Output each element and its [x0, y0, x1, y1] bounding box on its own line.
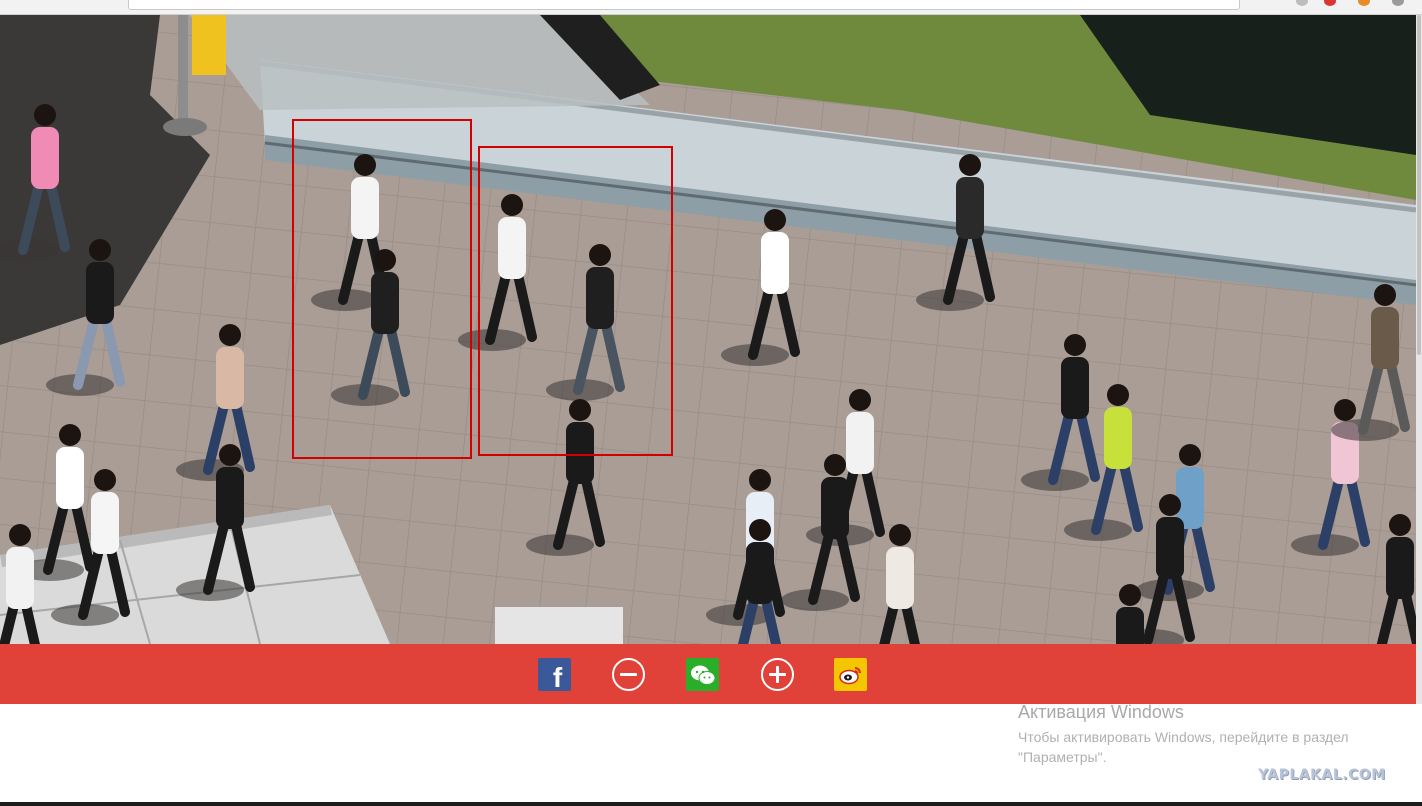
facebook-share-button[interactable]: f: [538, 658, 571, 693]
plus-icon: [776, 666, 779, 683]
taskbar-edge: [0, 802, 1422, 806]
wechat-icon: [690, 665, 715, 685]
page-scrollbar[interactable]: [1416, 15, 1422, 704]
site-watermark: YAPLAKAL.COM: [1258, 767, 1386, 783]
crowd-photo: [0, 15, 1416, 644]
minus-icon: [620, 673, 637, 676]
weibo-share-button[interactable]: [834, 658, 867, 691]
zoom-out-button[interactable]: [612, 658, 645, 691]
zoom-in-button[interactable]: [761, 658, 794, 691]
photo-illustration: [0, 15, 1416, 644]
extension-icon[interactable]: [1358, 0, 1370, 6]
menu-icon[interactable]: [1392, 0, 1404, 6]
windows-activation-text: Чтобы активировать Windows, перейдите в …: [1018, 729, 1349, 765]
wechat-share-button[interactable]: [686, 658, 719, 691]
extension-icon[interactable]: [1296, 0, 1308, 6]
address-bar[interactable]: [128, 0, 1240, 10]
extension-icon[interactable]: [1324, 0, 1336, 6]
browser-toolbar: [0, 0, 1422, 15]
detection-box: [292, 119, 472, 459]
scrollbar-thumb[interactable]: [1417, 15, 1421, 355]
weibo-icon: [838, 666, 861, 684]
windows-activation-title: Активация Windows: [1018, 702, 1184, 722]
detection-box: [478, 146, 673, 456]
share-bar: f: [0, 644, 1416, 704]
facebook-icon: f: [552, 661, 563, 693]
